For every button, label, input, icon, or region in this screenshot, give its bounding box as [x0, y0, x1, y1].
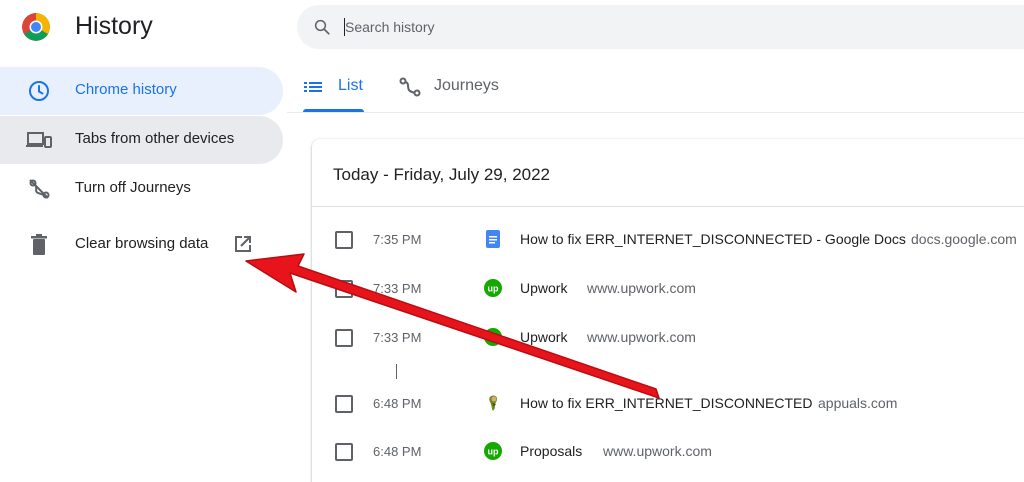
page-title: History	[75, 12, 153, 40]
open-in-new-icon[interactable]	[233, 234, 253, 254]
tab-list[interactable]: List	[303, 66, 365, 112]
row-checkbox[interactable]	[335, 395, 353, 413]
row-checkbox[interactable]	[335, 280, 353, 298]
sidebar-item-label: Tabs from other devices	[75, 130, 235, 147]
sidebar-item-turn-off-journeys[interactable]: Turn off Journeys	[0, 165, 283, 213]
tab-journeys[interactable]: Journeys	[399, 66, 509, 112]
svg-text:up: up	[488, 284, 499, 294]
page-link[interactable]: Upwork	[520, 329, 567, 345]
svg-text:up: up	[488, 447, 499, 457]
search-input[interactable]	[345, 16, 945, 38]
sidebar-item-label: Chrome history	[75, 81, 177, 98]
devices-icon	[26, 132, 52, 148]
row-checkbox[interactable]	[335, 329, 353, 347]
visit-time: 7:35 PM	[373, 232, 422, 247]
history-row[interactable]: 7:33 PM up Upwork www.upwork.com	[312, 265, 1024, 313]
visit-time: 6:48 PM	[373, 444, 422, 459]
time-gap-indicator	[396, 364, 397, 379]
date-header: Today - Friday, July 29, 2022	[333, 165, 551, 184]
tabs-divider	[287, 112, 1024, 113]
list-icon	[304, 82, 322, 92]
site-domain: www.upwork.com	[587, 280, 696, 296]
search-icon[interactable]	[313, 18, 331, 36]
visit-time: 6:48 PM	[373, 396, 422, 411]
visit-time: 7:33 PM	[373, 281, 422, 296]
journeys-icon	[399, 77, 421, 97]
sidebar-item-chrome-history[interactable]: Chrome history	[0, 67, 283, 115]
sidebar-item-tabs-from-other-devices[interactable]: Tabs from other devices	[0, 116, 283, 164]
page-link[interactable]: How to fix ERR_INTERNET_DISCONNECTED	[520, 395, 813, 411]
clock-icon	[29, 81, 49, 101]
upwork-icon: up	[484, 328, 502, 346]
search-bar[interactable]	[297, 5, 1024, 49]
appuals-icon	[489, 395, 498, 411]
upwork-icon: up	[484, 279, 502, 297]
history-row[interactable]: 6:48 PM up Proposals www.upwork.com	[312, 428, 1024, 476]
history-row[interactable]: 7:33 PM up Upwork www.upwork.com	[312, 314, 1024, 362]
svg-text:up: up	[488, 333, 499, 343]
page-link[interactable]: How to fix ERR_INTERNET_DISCONNECTED - G…	[520, 231, 906, 247]
site-domain: www.upwork.com	[587, 329, 696, 345]
site-domain: www.upwork.com	[603, 443, 712, 459]
history-card: Today - Friday, July 29, 2022 7:35 PM Ho…	[312, 139, 1024, 482]
page-link[interactable]: Upwork	[520, 280, 567, 296]
upwork-icon: up	[484, 442, 502, 460]
journeys-off-icon	[29, 179, 50, 199]
site-domain: appuals.com	[818, 395, 898, 411]
sidebar-item-label: Clear browsing data	[75, 235, 209, 252]
trash-icon	[31, 234, 47, 255]
history-row[interactable]: 7:35 PM How to fix ERR_INTERNET_DISCONNE…	[312, 216, 1024, 264]
sidebar-item-label: Turn off Journeys	[75, 179, 191, 196]
page-link[interactable]: Proposals	[520, 443, 582, 459]
divider	[312, 206, 1024, 207]
site-domain: docs.google.com	[911, 231, 1017, 247]
tab-label: Journeys	[434, 77, 499, 94]
chrome-logo	[22, 13, 50, 41]
row-checkbox[interactable]	[335, 443, 353, 461]
google-docs-icon	[486, 230, 500, 248]
tab-label: List	[338, 77, 363, 94]
row-checkbox[interactable]	[335, 231, 353, 249]
visit-time: 7:33 PM	[373, 330, 422, 345]
history-row[interactable]: 6:48 PM How to fix ERR_INTERNET_DISCONNE…	[312, 380, 1024, 428]
